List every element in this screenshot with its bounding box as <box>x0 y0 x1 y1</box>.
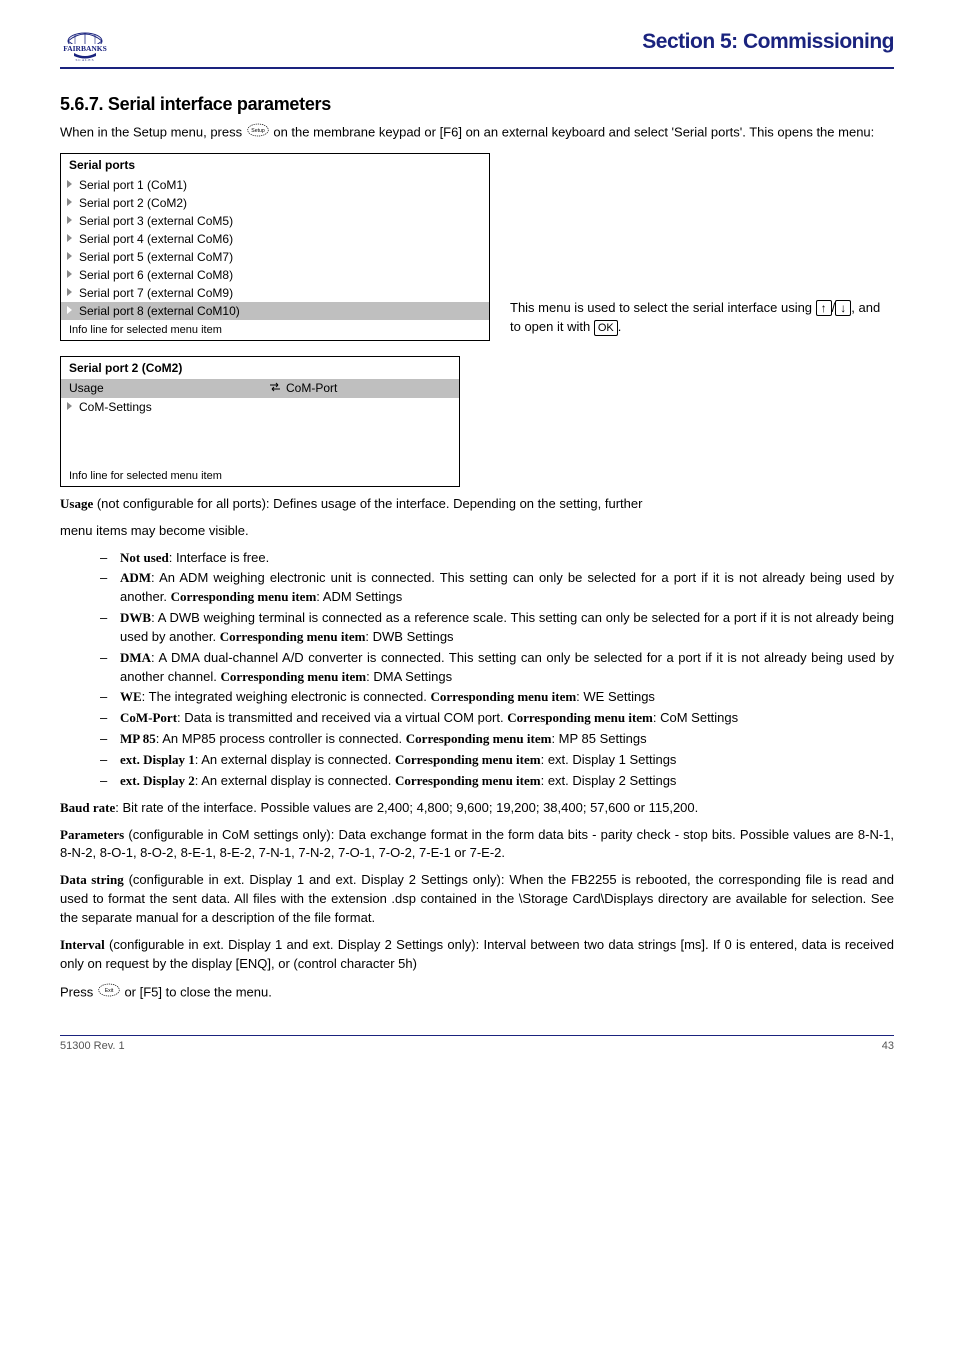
menu-item: Serial port 3 (external CoM5) <box>61 212 489 230</box>
footer-rev: 51300 Rev. 1 <box>60 1040 125 1052</box>
section-title: Section 5: Commissioning <box>642 30 894 54</box>
svg-text:Exit: Exit <box>105 989 114 995</box>
heading-serial-interface: 5.6.7. Serial interface parameters <box>60 94 894 115</box>
menu-item: Serial port 1 (CoM1) <box>61 176 489 194</box>
bullet-item: ext. Display 2: An external display is c… <box>100 772 894 791</box>
usage-paragraph: Usage (not configurable for all ports): … <box>60 495 894 514</box>
down-arrow-key-icon: ↓ <box>835 300 851 316</box>
baud-rate-paragraph: Baud rate: Bit rate of the interface. Po… <box>60 799 894 818</box>
menu-item: Serial port 7 (external CoM9) <box>61 284 489 302</box>
menu-item: Serial port 6 (external CoM8) <box>61 266 489 284</box>
serial-ports-menu-box: Serial ports Serial port 1 (CoM1) Serial… <box>60 153 490 341</box>
bullet-item: MP 85: An MP85 process controller is con… <box>100 730 894 749</box>
menu-item: Serial port 5 (external CoM7) <box>61 248 489 266</box>
menu-item: Serial port 4 (external CoM6) <box>61 230 489 248</box>
setup-icon: Setup <box>246 121 270 145</box>
bullet-item: DMA: A DMA dual-channel A/D converter is… <box>100 649 894 687</box>
bullet-item: CoM-Port: Data is transmitted and receiv… <box>100 709 894 728</box>
serial-port-detail-box: Serial port 2 (CoM2) Usage CoM-Port CoM-… <box>60 356 460 487</box>
ok-key-icon: OK <box>594 320 618 336</box>
bullet-item: ADM: An ADM weighing electronic unit is … <box>100 569 894 607</box>
side-note: This menu is used to select the serial i… <box>510 153 894 337</box>
up-arrow-key-icon: ↑ <box>816 300 832 316</box>
menu-info-line: Info line for selected menu item <box>61 320 489 340</box>
page-footer: 51300 Rev. 1 43 <box>60 1035 894 1052</box>
svg-text:FAIRBANKS: FAIRBANKS <box>63 44 107 53</box>
inner-info-line: Info line for selected menu item <box>61 466 459 486</box>
menu-title: Serial ports <box>61 154 489 176</box>
usage-paragraph-cont: menu items may become visible. <box>60 522 894 541</box>
inner-item: CoM-Settings <box>61 398 459 416</box>
interval-paragraph: Interval (configurable in ext. Display 1… <box>60 936 894 974</box>
parameters-paragraph: Parameters (configurable in CoM settings… <box>60 826 894 864</box>
bullet-item: DWB: A DWB weighing terminal is connecte… <box>100 609 894 647</box>
exit-icon: Exit <box>97 981 121 1005</box>
bullet-item: ext. Display 1: An external display is c… <box>100 751 894 770</box>
bullet-item: WE: The integrated weighing electronic i… <box>100 688 894 707</box>
intro-paragraph: When in the Setup menu, press Setup on t… <box>60 121 894 145</box>
svg-text:Setup: Setup <box>251 128 265 134</box>
menu-item-selected: Serial port 8 (external CoM10) <box>61 302 489 320</box>
svg-text:SCALES: SCALES <box>75 58 94 62</box>
inner-row-usage: Usage CoM-Port <box>61 379 459 398</box>
footer-page-number: 43 <box>882 1040 894 1052</box>
fairbanks-logo: FAIRBANKS SCALES <box>60 30 110 65</box>
inner-title: Serial port 2 (CoM2) <box>61 357 459 379</box>
exit-paragraph: Press Exit or [F5] to close the menu. <box>60 981 894 1005</box>
data-string-paragraph: Data string (configurable in ext. Displa… <box>60 871 894 928</box>
menu-item: Serial port 2 (CoM2) <box>61 194 489 212</box>
swap-icon <box>269 381 281 396</box>
bullet-item: Not used: Interface is free. <box>100 549 894 568</box>
